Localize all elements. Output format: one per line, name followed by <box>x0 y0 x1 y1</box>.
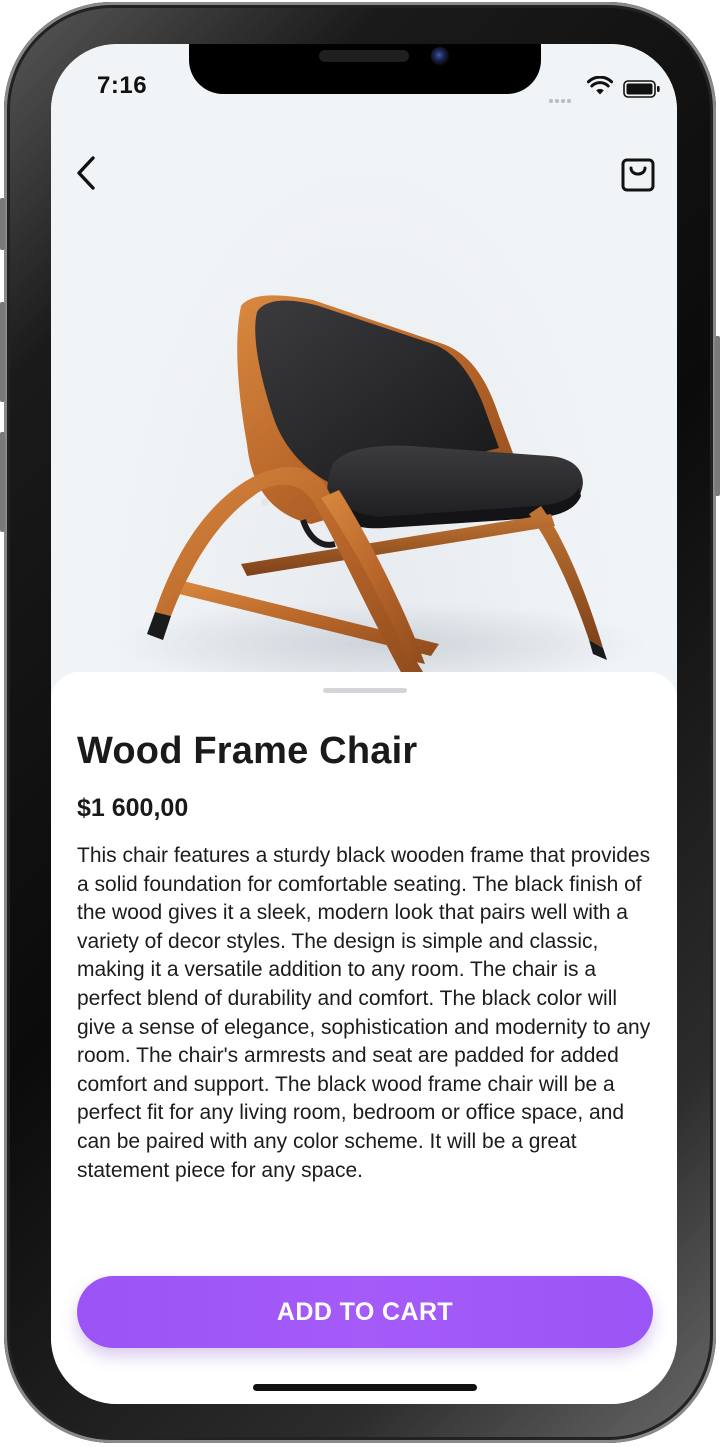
phone-screen: 7:16 Wood Frame Chair $1 600,00 This cha… <box>51 44 677 1404</box>
product-details-sheet: Wood Frame Chair $1 600,00 This chair fe… <box>51 672 677 1404</box>
home-indicator[interactable] <box>253 1384 477 1391</box>
sheet-grabber[interactable] <box>323 688 407 693</box>
front-camera <box>431 47 449 65</box>
phone-frame: 7:16 Wood Frame Chair $1 600,00 This cha… <box>0 2 720 1443</box>
chevron-left-icon <box>77 156 95 190</box>
wifi-icon <box>587 76 613 95</box>
product-title: Wood Frame Chair <box>77 730 418 772</box>
status-time: 7:16 <box>97 72 148 99</box>
cellular-signal-icon <box>549 90 579 103</box>
notch <box>189 44 541 94</box>
power-button <box>715 336 720 496</box>
product-description: This chair features a sturdy black woode… <box>77 844 651 1182</box>
earpiece-speaker <box>319 50 409 62</box>
volume-down-button <box>0 432 5 532</box>
back-button[interactable] <box>71 154 107 194</box>
product-price: $1 600,00 <box>77 794 189 822</box>
shopping-bag-icon <box>621 158 655 192</box>
volume-up-button <box>0 302 5 402</box>
product-hero <box>51 44 677 704</box>
silent-switch <box>0 198 5 250</box>
battery-icon <box>623 80 660 98</box>
product-image <box>111 295 651 686</box>
add-to-cart-button[interactable]: ADD TO CART <box>77 1276 653 1348</box>
cart-button[interactable] <box>619 154 659 194</box>
